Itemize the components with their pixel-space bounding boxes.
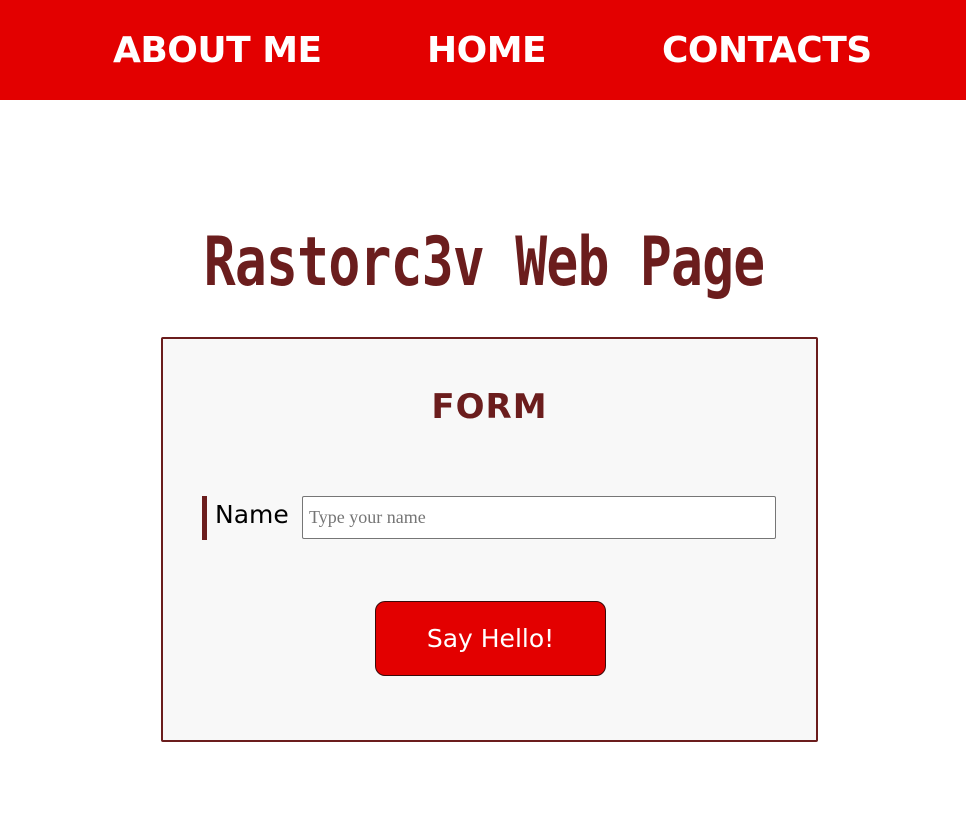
name-field-row: Name [202, 496, 782, 540]
name-input[interactable] [302, 496, 776, 539]
hello-form: FORM Name Say Hello! [161, 337, 818, 742]
nav-link-home[interactable]: HOME [427, 28, 547, 74]
nav-link-about-me[interactable]: ABOUT ME [113, 28, 322, 74]
name-accent-bar [202, 496, 207, 540]
say-hello-button[interactable]: Say Hello! [375, 601, 606, 676]
form-heading: FORM [431, 387, 548, 427]
top-nav: ABOUT ME HOME CONTACTS [0, 0, 966, 100]
name-label: Name [215, 500, 289, 529]
page-title: Rastorc3v Web Page [203, 222, 766, 302]
nav-link-contacts[interactable]: CONTACTS [662, 28, 872, 74]
